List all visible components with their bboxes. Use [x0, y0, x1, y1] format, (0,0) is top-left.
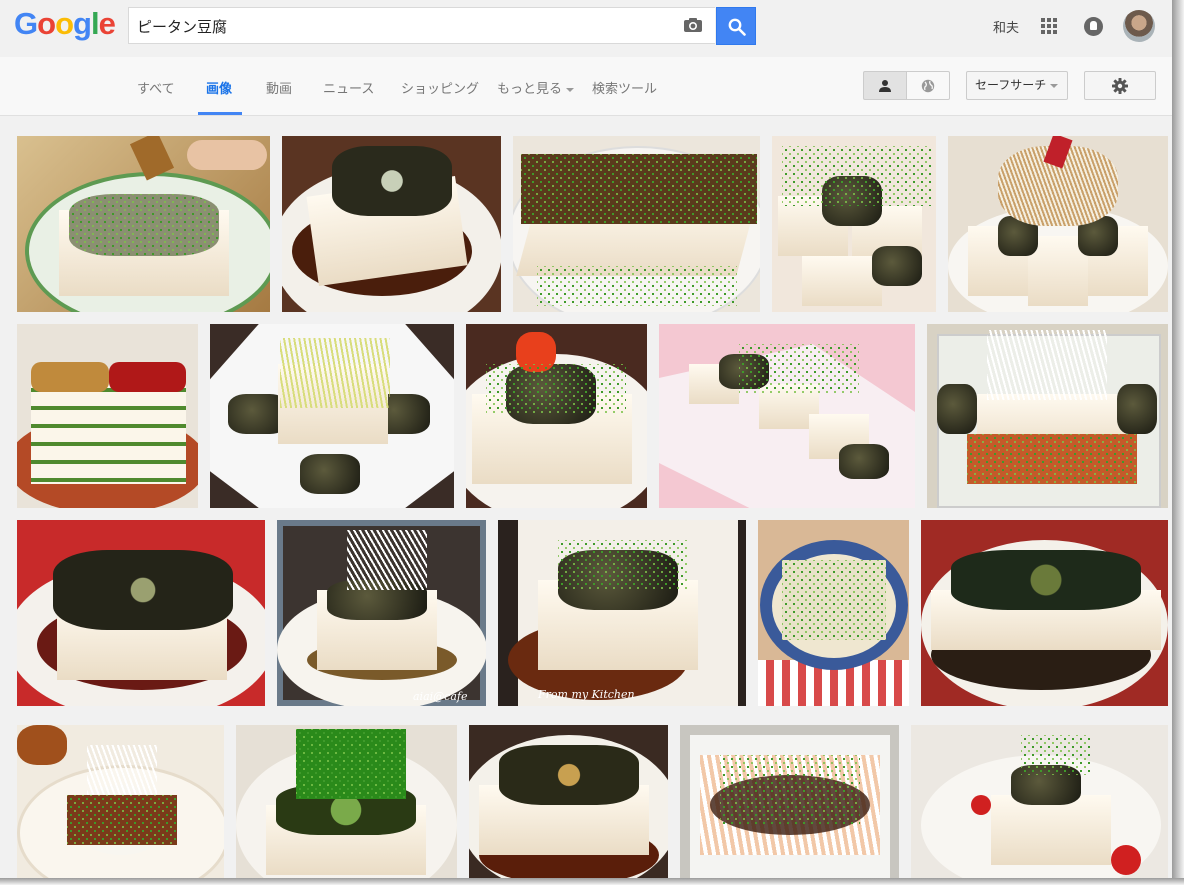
safe-search-label: セーフサーチ: [975, 78, 1047, 92]
browser-viewport: Google 和夫 すべて 画像: [0, 0, 1172, 878]
notifications-bell-icon[interactable]: [1084, 17, 1103, 36]
tab-more-label: もっと見る: [497, 82, 563, 97]
search-box: [128, 7, 715, 44]
google-logo[interactable]: Google: [14, 6, 116, 42]
search-icon: [728, 18, 746, 36]
globe-icon: [921, 79, 935, 93]
image-result[interactable]: [17, 324, 198, 508]
camera-icon[interactable]: [683, 17, 703, 33]
image-result[interactable]: [911, 725, 1168, 878]
image-result[interactable]: [948, 136, 1168, 312]
tab-shopping[interactable]: ショッピング: [401, 78, 479, 97]
window-shadow-bottom: [0, 878, 1184, 885]
image-result[interactable]: [921, 520, 1168, 706]
tab-all[interactable]: すべて: [137, 78, 175, 97]
avatar[interactable]: [1123, 10, 1155, 42]
search-tabs-bar: すべて 画像 動画 ニュース ショッピング もっと見る 検索ツール セーフサーチ: [0, 57, 1172, 116]
safe-search-dropdown[interactable]: セーフサーチ: [966, 71, 1068, 100]
image-result[interactable]: [17, 136, 270, 312]
image-result[interactable]: [659, 324, 915, 508]
image-result[interactable]: [927, 324, 1168, 508]
image-result[interactable]: [17, 520, 265, 706]
image-result[interactable]: [772, 136, 936, 312]
image-result[interactable]: [17, 725, 224, 878]
top-bar: Google 和夫: [0, 0, 1172, 57]
image-result[interactable]: [466, 324, 647, 508]
watermark-kitchen: From my Kitchen: [538, 688, 635, 701]
user-name[interactable]: 和夫: [993, 17, 1019, 36]
chevron-down-icon: [1050, 83, 1059, 88]
image-result[interactable]: [236, 725, 457, 878]
person-icon: [879, 80, 891, 92]
image-result[interactable]: [210, 324, 454, 508]
image-result[interactable]: From my Kitchen: [498, 520, 746, 706]
image-result[interactable]: [513, 136, 760, 312]
tab-more[interactable]: もっと見る: [497, 78, 575, 97]
tab-search-tools[interactable]: 検索ツール: [592, 78, 657, 97]
image-result[interactable]: [469, 725, 668, 878]
image-results-grid: aiai@cafe From my Kitchen: [0, 116, 1172, 878]
image-result[interactable]: [758, 520, 909, 706]
search-input[interactable]: [137, 14, 677, 38]
global-results-button[interactable]: [906, 71, 950, 100]
settings-button[interactable]: [1084, 71, 1156, 100]
tab-images[interactable]: 画像: [206, 78, 232, 97]
search-button[interactable]: [716, 7, 756, 45]
image-result[interactable]: aiai@cafe: [277, 520, 486, 706]
personal-results-button[interactable]: [863, 71, 907, 100]
watermark-aiai: aiai@cafe: [413, 690, 468, 703]
chevron-down-icon: [566, 87, 575, 92]
tab-videos[interactable]: 動画: [266, 78, 292, 97]
apps-grid-icon[interactable]: [1041, 18, 1058, 35]
image-result[interactable]: [282, 136, 501, 312]
window-shadow-right: [1172, 0, 1184, 885]
tab-news[interactable]: ニュース: [323, 78, 374, 97]
active-tab-indicator: [198, 112, 242, 115]
image-result[interactable]: [680, 725, 899, 878]
gear-icon: [1112, 78, 1128, 94]
